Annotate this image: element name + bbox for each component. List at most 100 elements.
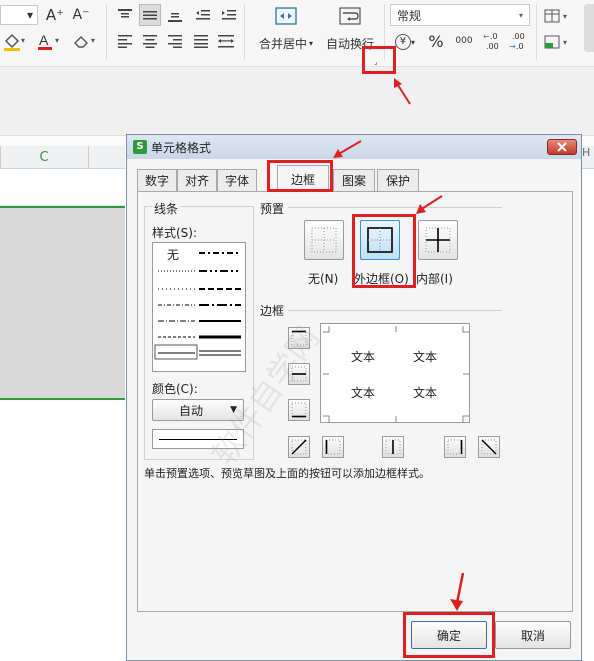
app-logo-icon: S bbox=[133, 140, 147, 154]
preset-group-title: 预置 bbox=[258, 200, 287, 217]
svg-text:A: A bbox=[39, 32, 49, 48]
svg-text:▾: ▾ bbox=[55, 36, 59, 45]
conditional-format-button[interactable]: ▾ bbox=[542, 6, 574, 26]
merge-center-button[interactable]: 合并居中 ▾ bbox=[254, 34, 318, 52]
sheet-row-blank bbox=[0, 169, 125, 206]
border-right-icon bbox=[447, 439, 463, 455]
increase-decimal-button[interactable]: ← .0.00 bbox=[480, 30, 504, 52]
line-group-title: 线条 bbox=[152, 200, 181, 217]
align-bottom-icon bbox=[168, 13, 182, 22]
highlight-ok-button bbox=[403, 612, 495, 658]
tab-font[interactable]: 字体 bbox=[217, 169, 257, 191]
close-button[interactable] bbox=[547, 139, 577, 155]
color-label: 颜色(C): bbox=[152, 382, 198, 396]
font-shrink-button[interactable]: A⁻ bbox=[70, 4, 92, 26]
justify-button[interactable] bbox=[190, 30, 212, 52]
align-center-icon bbox=[143, 35, 157, 48]
tab-protection[interactable]: 保护 bbox=[377, 169, 419, 191]
column-header-c[interactable]: C bbox=[0, 146, 88, 168]
selected-range[interactable] bbox=[0, 206, 125, 400]
outdent-icon bbox=[196, 10, 210, 20]
align-left-icon bbox=[118, 35, 132, 48]
svg-text:.00: .00 bbox=[486, 42, 499, 51]
border-right-button[interactable] bbox=[444, 436, 466, 458]
ribbon-right-edge bbox=[584, 4, 594, 52]
svg-text:←: ← bbox=[483, 32, 490, 41]
percent-button[interactable]: % bbox=[424, 30, 448, 52]
cancel-button[interactable]: 取消 bbox=[495, 621, 571, 649]
preset-inside-label: 内部(I) bbox=[416, 272, 453, 286]
align-top-icon bbox=[118, 9, 132, 18]
preview-corner-marks bbox=[323, 326, 469, 422]
align-left-button[interactable] bbox=[114, 30, 136, 52]
preset-rule bbox=[288, 207, 502, 208]
right-edge-header: H bbox=[582, 146, 594, 169]
arrow-icon bbox=[416, 195, 443, 214]
no-border-icon bbox=[311, 227, 337, 253]
border-left-button[interactable] bbox=[322, 436, 344, 458]
border-diag-down-button[interactable] bbox=[478, 436, 500, 458]
style-label: 样式(S): bbox=[152, 226, 198, 240]
border-preview[interactable]: 文本 文本 文本 文本 bbox=[320, 323, 470, 423]
merge-center-label: 合并居中 bbox=[258, 36, 307, 51]
column-divider bbox=[88, 146, 89, 168]
border-diag-up-button[interactable] bbox=[288, 436, 310, 458]
font-color-button[interactable]: A ▾ bbox=[34, 30, 64, 52]
number-format-dropdown[interactable]: 常规 ▾ bbox=[390, 4, 530, 26]
align-right-button[interactable] bbox=[164, 30, 186, 52]
highlight-border-tab bbox=[267, 160, 333, 192]
align-top-button[interactable] bbox=[114, 4, 136, 26]
preset-inside-button[interactable] bbox=[418, 220, 458, 260]
border-middle-v-icon bbox=[385, 439, 401, 455]
fill-color-button[interactable]: ▾ bbox=[0, 30, 28, 52]
close-icon bbox=[557, 142, 567, 152]
wrap-text-icon-button[interactable] bbox=[336, 4, 364, 28]
font-grow-button[interactable]: A⁺ bbox=[44, 4, 66, 26]
decrease-decimal-button[interactable]: .00 → .0 bbox=[506, 30, 530, 52]
align-middle-button[interactable] bbox=[139, 4, 161, 26]
ribbon: ▾ A⁺ A⁻ ▾ A ▾ ▾ 合并居中 ▾ 自动换行 ⌟ 常规 ▾ ¥ ▾ %… bbox=[0, 0, 594, 67]
diagonal-up-icon bbox=[291, 439, 307, 455]
thousands-button[interactable]: 000 bbox=[452, 30, 476, 52]
diagonal-down-icon bbox=[481, 439, 497, 455]
align-bottom-button[interactable] bbox=[164, 4, 186, 26]
border-group-title: 边框 bbox=[258, 302, 287, 319]
arrow-icon bbox=[394, 78, 411, 105]
distributed-icon bbox=[218, 35, 234, 48]
tab-alignment[interactable]: 对齐 bbox=[177, 169, 217, 191]
yen-icon: ¥ bbox=[394, 34, 411, 50]
preset-none-button[interactable] bbox=[304, 220, 344, 260]
cell-style-button[interactable]: ▾ bbox=[542, 32, 574, 52]
svg-text:.0: .0 bbox=[490, 32, 498, 41]
table-style-icon: ▾ bbox=[544, 9, 567, 23]
number-format-value: 常规 bbox=[397, 8, 422, 23]
border-left-icon bbox=[325, 439, 341, 455]
indent-icon bbox=[222, 10, 236, 20]
border-bottom-icon bbox=[291, 402, 307, 418]
border-bottom-button[interactable] bbox=[288, 399, 310, 421]
tab-number[interactable]: 数字 bbox=[137, 169, 177, 191]
align-center-button[interactable] bbox=[139, 30, 161, 52]
merge-cells-icon bbox=[275, 7, 297, 25]
decrease-indent-button[interactable] bbox=[192, 4, 214, 26]
line-style-samples bbox=[154, 252, 241, 360]
svg-text:▾: ▾ bbox=[21, 36, 25, 45]
merge-center-icon-button[interactable] bbox=[272, 4, 300, 28]
font-color-icon: A ▾ bbox=[38, 32, 59, 50]
fill-bucket-icon: ▾ bbox=[4, 33, 25, 51]
highlight-dialog-launcher bbox=[362, 46, 396, 74]
line-style-list[interactable]: 无 bbox=[152, 242, 246, 372]
preset-none-label: 无(N) bbox=[308, 272, 339, 286]
wrap-text-icon bbox=[339, 7, 361, 25]
tab-pattern[interactable]: 图案 bbox=[333, 169, 375, 191]
border-rule bbox=[288, 310, 502, 311]
border-inner-v-button[interactable] bbox=[382, 436, 404, 458]
clear-format-button[interactable]: ▾ bbox=[70, 30, 100, 52]
font-size-dropdown[interactable]: ▾ bbox=[0, 5, 38, 25]
border-tab-panel: 线条 样式(S): 无 颜色(C): 自动 ▼ 预置 无(N) 外边框(O) 内… bbox=[137, 192, 573, 612]
ribbon-lower-strip bbox=[0, 67, 594, 135]
decrease-decimal-icon: .00→ .0 bbox=[509, 32, 525, 51]
align-middle-icon bbox=[143, 11, 157, 20]
increase-indent-button[interactable] bbox=[218, 4, 240, 26]
distributed-align-button[interactable] bbox=[215, 30, 237, 52]
